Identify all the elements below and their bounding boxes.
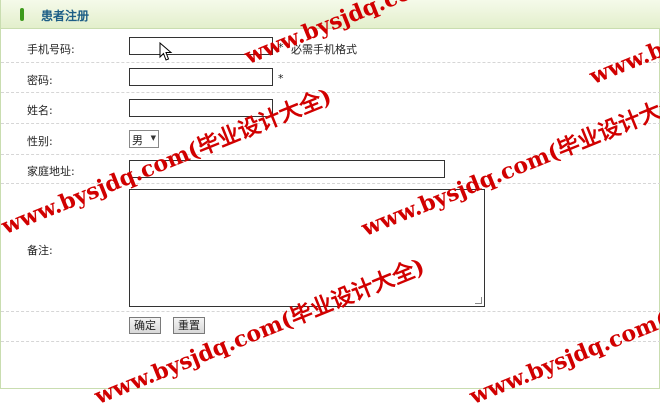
confirm-button[interactable]: 确定 xyxy=(129,317,161,334)
chevron-down-icon: ▼ xyxy=(150,134,156,142)
password-input[interactable] xyxy=(129,68,273,86)
password-label: 密码: xyxy=(27,74,53,87)
reset-button[interactable]: 重置 xyxy=(173,317,205,334)
phone-label: 手机号码: xyxy=(27,43,75,56)
address-label: 家庭地址: xyxy=(27,165,75,178)
gender-selected-value: 男 xyxy=(132,134,143,147)
name-label: 姓名: xyxy=(27,104,53,117)
header-marker-icon xyxy=(20,8,24,21)
gender-label: 性别: xyxy=(27,135,53,148)
resize-handle-icon[interactable] xyxy=(475,297,482,304)
mouse-pointer-icon xyxy=(159,42,173,61)
password-required-mark: * xyxy=(278,72,284,85)
gender-select[interactable]: 男 ▼ xyxy=(129,130,159,148)
panel-title: 患者注册 xyxy=(41,9,90,23)
form-row-password: 密码: * xyxy=(1,63,660,93)
remark-label: 备注: xyxy=(27,244,53,257)
